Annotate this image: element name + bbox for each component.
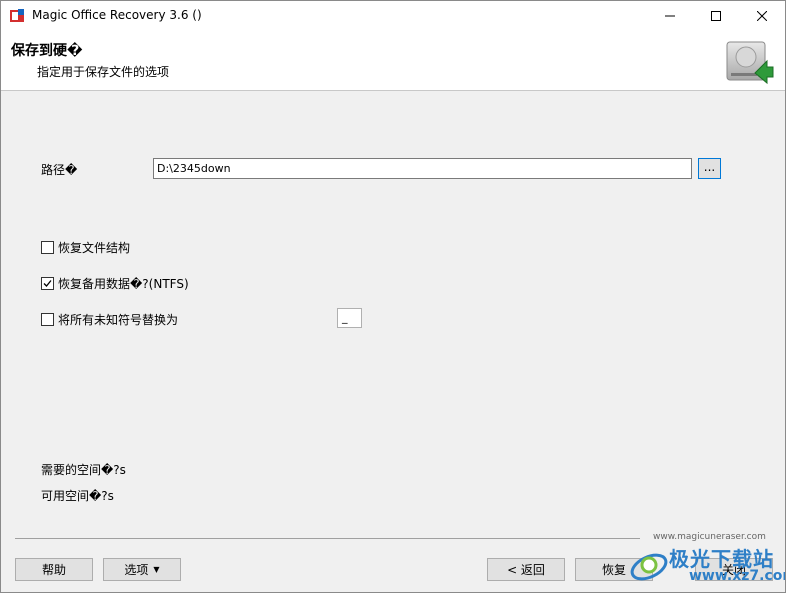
footer-divider (15, 538, 640, 539)
space-required-text: 需要的空间�?s (41, 463, 126, 477)
restore-structure-option[interactable]: 恢复文件结构 (41, 239, 130, 256)
dropdown-arrow-icon: ▼ (153, 565, 160, 574)
replace-unknown-option[interactable]: 将所有未知符号替换为 (41, 311, 178, 328)
options-button-label: 选项 (124, 563, 149, 577)
close-button[interactable]: 关闭 (695, 558, 773, 581)
app-window: Magic Office Recovery 3.6 () 保存到硬� 指定用于保… (0, 0, 786, 593)
maximize-button[interactable] (693, 1, 739, 31)
vendor-url: www.magicuneraser.com (653, 532, 766, 542)
recover-ads-label: 恢复备用数据�?(NTFS) (58, 277, 189, 291)
browse-button[interactable]: ... (698, 158, 721, 179)
back-button-label: < 返回 (507, 563, 545, 577)
page-title: 保存到硬� (11, 43, 83, 59)
title-bar[interactable]: Magic Office Recovery 3.6 () (1, 1, 785, 31)
replace-unknown-checkbox[interactable] (41, 313, 54, 326)
back-button[interactable]: < 返回 (487, 558, 565, 581)
window-title: Magic Office Recovery 3.6 () (32, 8, 202, 22)
hard-drive-save-icon (723, 39, 775, 87)
page-subtitle: 指定用于保存文件的选项 (37, 65, 170, 79)
replace-unknown-label: 将所有未知符号替换为 (58, 313, 179, 327)
minimize-button[interactable] (647, 1, 693, 31)
help-button[interactable]: 帮助 (15, 558, 93, 581)
checkmark-icon (43, 280, 52, 287)
path-label: 路径� (41, 163, 78, 177)
close-button-label: 关闭 (721, 563, 746, 577)
help-button-label: 帮助 (41, 563, 66, 577)
replace-symbol-input[interactable]: _ (337, 308, 362, 328)
path-input[interactable]: D:\2345down (153, 158, 692, 179)
recover-button[interactable]: 恢复 (575, 558, 653, 581)
restore-structure-checkbox[interactable] (41, 241, 54, 254)
recover-button-label: 恢复 (601, 563, 626, 577)
wizard-header: 保存到硬� 指定用于保存文件的选项 (1, 31, 785, 91)
recover-ads-option[interactable]: 恢复备用数据�?(NTFS) (41, 275, 189, 292)
options-button[interactable]: 选项 ▼ (103, 558, 181, 581)
app-logo-icon (9, 8, 25, 24)
restore-structure-label: 恢复文件结构 (58, 241, 131, 255)
close-window-button[interactable] (739, 1, 785, 31)
space-available-text: 可用空间�?s (41, 489, 114, 503)
recover-ads-checkbox[interactable] (41, 277, 54, 290)
